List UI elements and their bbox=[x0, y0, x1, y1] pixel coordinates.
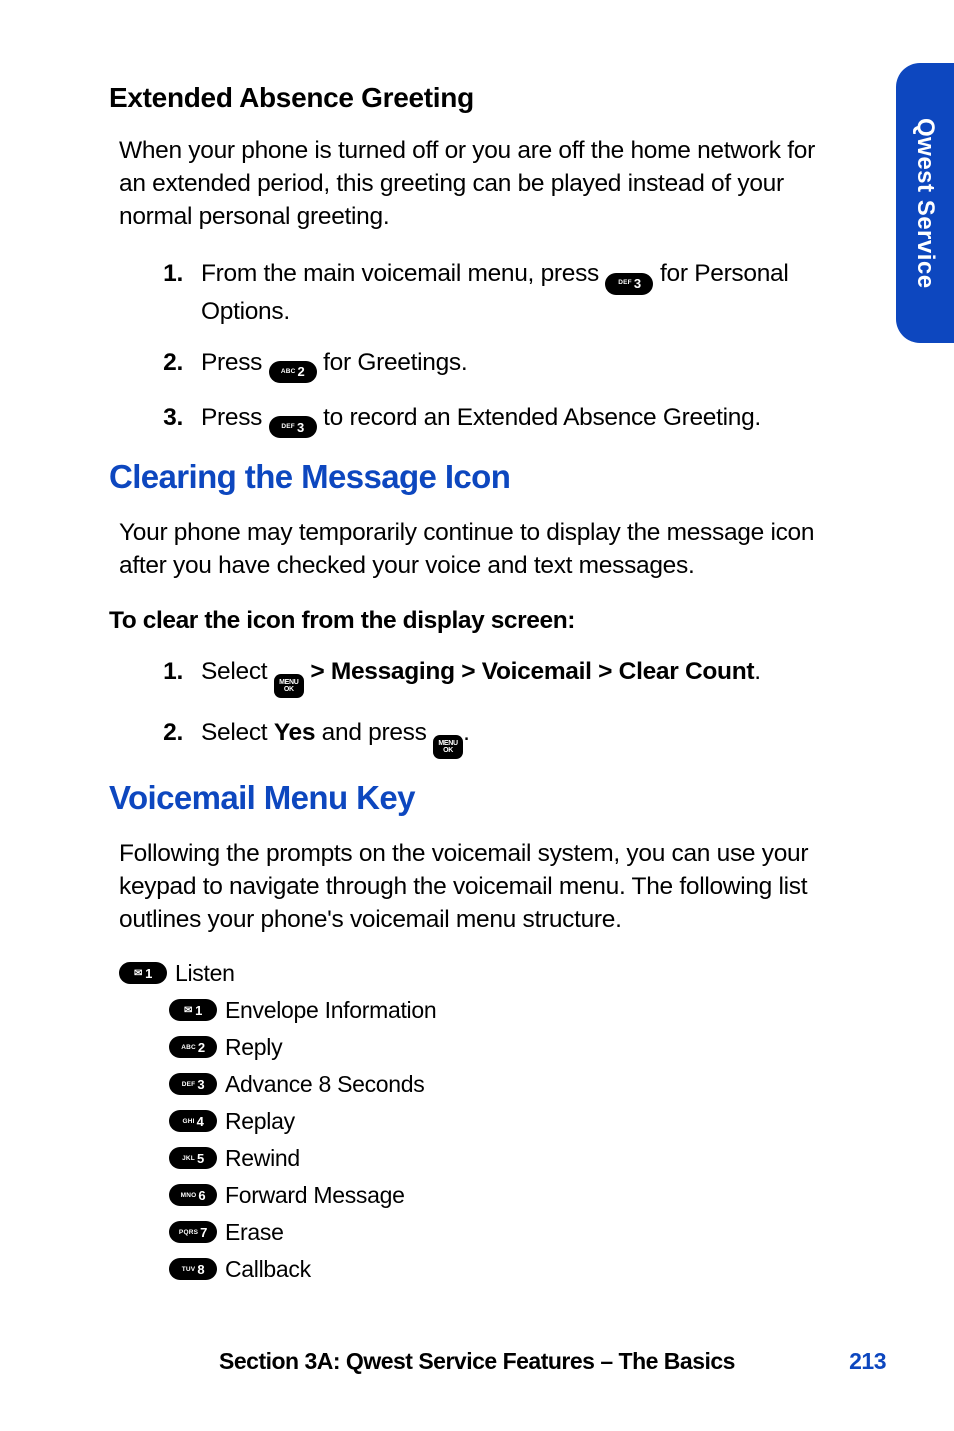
key-menu-ok-icon: MENU OK bbox=[433, 735, 463, 759]
page-footer: Section 3A: Qwest Service Features – The… bbox=[0, 1348, 954, 1375]
tree-label: Erase bbox=[225, 1219, 284, 1246]
side-tab: Qwest Service bbox=[896, 63, 954, 343]
step-text: Press DEF3 to record an Extended Absence… bbox=[201, 401, 809, 438]
key-def3-icon: DEF3 bbox=[169, 1073, 217, 1095]
subheading-clear-icon: To clear the icon from the display scree… bbox=[109, 607, 809, 635]
paragraph-clearicon-intro: Your phone may temporarily continue to d… bbox=[119, 516, 819, 582]
heading-extended-absence: Extended Absence Greeting bbox=[109, 82, 809, 114]
tree-label: Reply bbox=[225, 1034, 282, 1061]
step-text: Press ABC2 for Greetings. bbox=[201, 346, 809, 383]
envelope-icon: ✉ bbox=[184, 1005, 192, 1016]
tree-label: Replay bbox=[225, 1108, 295, 1135]
page-number: 213 bbox=[849, 1348, 886, 1375]
footer-text: Section 3A: Qwest Service Features – The… bbox=[219, 1348, 735, 1374]
paragraph-vmmenu-intro: Following the prompts on the voicemail s… bbox=[119, 837, 819, 936]
tree-row: PQRS7 Erase bbox=[169, 1219, 809, 1246]
step-number: 3. bbox=[129, 401, 201, 434]
step-text: From the main voicemail menu, press DEF3… bbox=[201, 257, 809, 327]
step-text: Select MENU OK > Messaging > Voicemail >… bbox=[201, 655, 809, 698]
key-abc2-icon: ABC2 bbox=[269, 361, 317, 383]
tree-label: Envelope Information bbox=[225, 997, 436, 1024]
tree-row: GHI4 Replay bbox=[169, 1108, 809, 1135]
tree-row: MNO6 Forward Message bbox=[169, 1182, 809, 1209]
key-def3-icon: DEF3 bbox=[269, 416, 317, 438]
step-item: 2. Select Yes and press MENU OK . bbox=[109, 716, 809, 759]
key-tuv8-icon: TUV8 bbox=[169, 1258, 217, 1280]
steps-clear-icon: 1. Select MENU OK > Messaging > Voicemai… bbox=[109, 655, 809, 759]
key-jkl5-icon: JKL5 bbox=[169, 1147, 217, 1169]
tree-row: DEF3 Advance 8 Seconds bbox=[169, 1071, 809, 1098]
tree-row: ABC2 Reply bbox=[169, 1034, 809, 1061]
key-ghi4-icon: GHI4 bbox=[169, 1110, 217, 1132]
key-menu-ok-icon: MENU OK bbox=[274, 674, 304, 698]
paragraph-extabs-intro: When your phone is turned off or you are… bbox=[119, 134, 819, 233]
step-number: 1. bbox=[129, 655, 201, 688]
tree-row: TUV8 Callback bbox=[169, 1256, 809, 1283]
tree-label: Rewind bbox=[225, 1145, 300, 1172]
steps-extended-absence: 1. From the main voicemail menu, press D… bbox=[109, 257, 809, 438]
tree-label: Listen bbox=[175, 960, 235, 987]
step-item: 1. Select MENU OK > Messaging > Voicemai… bbox=[109, 655, 809, 698]
key-env1-icon: ✉1 bbox=[169, 999, 217, 1021]
page-content: Extended Absence Greeting When your phon… bbox=[109, 82, 809, 1293]
tree-row: ✉1 Listen bbox=[119, 960, 809, 987]
step-item: 3. Press DEF3 to record an Extended Abse… bbox=[109, 401, 809, 438]
key-abc2-icon: ABC2 bbox=[169, 1036, 217, 1058]
tree-row: JKL5 Rewind bbox=[169, 1145, 809, 1172]
step-text: Select Yes and press MENU OK . bbox=[201, 716, 809, 759]
step-number: 1. bbox=[129, 257, 201, 290]
side-tab-label: Qwest Service bbox=[911, 118, 939, 289]
step-number: 2. bbox=[129, 716, 201, 749]
tree-label: Advance 8 Seconds bbox=[225, 1071, 425, 1098]
key-pqrs7-icon: PQRS7 bbox=[169, 1221, 217, 1243]
key-env1-icon: ✉1 bbox=[119, 962, 167, 984]
heading-clearing-icon: Clearing the Message Icon bbox=[109, 458, 809, 496]
menu-tree: ✉1 Listen ✉1 Envelope Information ABC2 R… bbox=[119, 960, 809, 1283]
step-number: 2. bbox=[129, 346, 201, 379]
tree-label: Callback bbox=[225, 1256, 311, 1283]
tree-row: ✉1 Envelope Information bbox=[169, 997, 809, 1024]
tree-sub: ✉1 Envelope Information ABC2 Reply DEF3 … bbox=[169, 997, 809, 1283]
tree-label: Forward Message bbox=[225, 1182, 405, 1209]
key-def3-icon: DEF3 bbox=[605, 273, 653, 295]
heading-voicemail-menu: Voicemail Menu Key bbox=[109, 779, 809, 817]
key-mno6-icon: MNO6 bbox=[169, 1184, 217, 1206]
envelope-icon: ✉ bbox=[134, 968, 142, 979]
step-item: 2. Press ABC2 for Greetings. bbox=[109, 346, 809, 383]
step-item: 1. From the main voicemail menu, press D… bbox=[109, 257, 809, 327]
